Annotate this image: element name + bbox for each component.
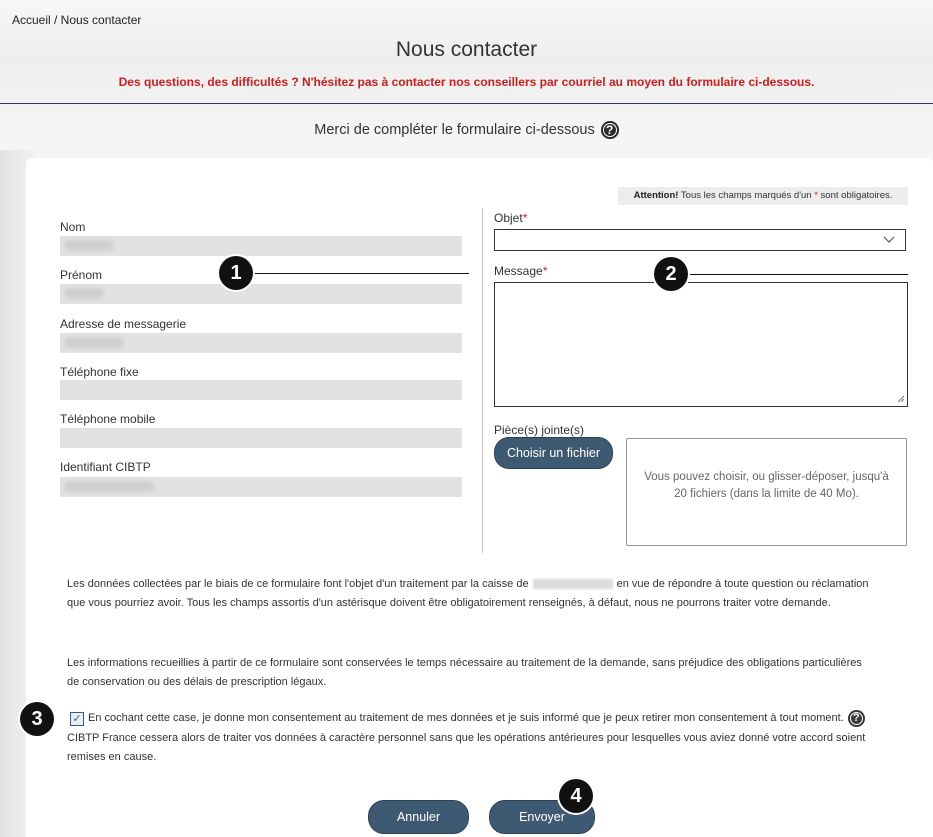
cibtp-id-field[interactable] (60, 477, 462, 497)
nom-field[interactable] (60, 236, 462, 256)
objet-required-star: * (522, 211, 528, 225)
divider (0, 103, 933, 104)
note-after: sont obligatoires. (817, 190, 893, 201)
page-title: Nous contacter (395, 38, 538, 61)
required-fields-note: Attention! Tous les champs marqués d'un … (618, 187, 908, 205)
redacted-text (532, 579, 613, 590)
help-icon[interactable]: ? (600, 121, 619, 139)
prenom-label: Prénom (60, 268, 103, 282)
callout-marker-4: 4 (559, 779, 593, 813)
cibtp-id-label: Identifiant CIBTP (60, 460, 151, 474)
phone-mobile-label: Téléphone mobile (60, 412, 156, 426)
phone-mobile-field[interactable] (60, 428, 462, 448)
callout-line (688, 274, 908, 275)
privacy-p1-before: Les données collectées par le biais de c… (67, 578, 529, 590)
consent-text: En cochant cette case, je donne mon cons… (67, 709, 877, 768)
message-required-star: * (542, 264, 548, 278)
help-icon[interactable]: ? (847, 709, 865, 727)
file-dropzone[interactable]: Vous pouvez choisir, ou glisser-déposer,… (626, 438, 907, 546)
callout-marker-2: 2 (654, 257, 688, 291)
message-textarea[interactable] (494, 282, 908, 407)
page-subtitle: Des questions, des difficultés ? N'hésit… (118, 75, 815, 89)
note-before: Tous les champs marqués d'un (678, 190, 815, 201)
objet-select[interactable] (494, 229, 906, 251)
consent-checkbox[interactable]: ✓ (70, 712, 84, 726)
email-label: Adresse de messagerie (60, 317, 187, 331)
phone-fixed-field[interactable] (60, 380, 462, 400)
attachments-label: Pièce(s) jointe(s) (494, 423, 585, 437)
privacy-paragraph-1: Les données collectées par le biais de c… (67, 575, 877, 613)
column-divider (482, 208, 483, 553)
consent-text-before: En cochant cette case, je donne mon cons… (88, 712, 844, 724)
form-intro-text: Merci de compléter le formulaire ci-dess… (314, 121, 595, 138)
nom-label: Nom (60, 220, 86, 234)
resize-handle-icon[interactable] (897, 395, 905, 405)
phone-fixed-label: Téléphone fixe (60, 365, 139, 379)
privacy-paragraph-2: Les informations recueillies à partir de… (67, 657, 862, 688)
objet-label: Objet* (494, 211, 527, 225)
callout-marker-3: 3 (20, 702, 54, 736)
choose-file-button[interactable]: Choisir un fichier (494, 437, 613, 469)
prenom-field[interactable] (60, 284, 462, 304)
consent-text-after: CIBTP France cessera alors de traiter vo… (67, 731, 866, 764)
message-label: Message* (494, 264, 547, 278)
chevron-down-icon (883, 233, 895, 247)
objet-label-text: Objet (494, 211, 523, 225)
form-intro: Merci de compléter le formulaire ci-dess… (0, 121, 933, 139)
callout-marker-1: 1 (219, 256, 253, 290)
cancel-button[interactable]: Annuler (368, 800, 469, 834)
note-strong: Attention! (633, 190, 679, 201)
email-field[interactable] (60, 333, 462, 353)
message-label-text: Message (494, 264, 543, 278)
breadcrumb[interactable]: Accueil / Nous contacter (12, 13, 141, 27)
callout-line (253, 273, 469, 274)
